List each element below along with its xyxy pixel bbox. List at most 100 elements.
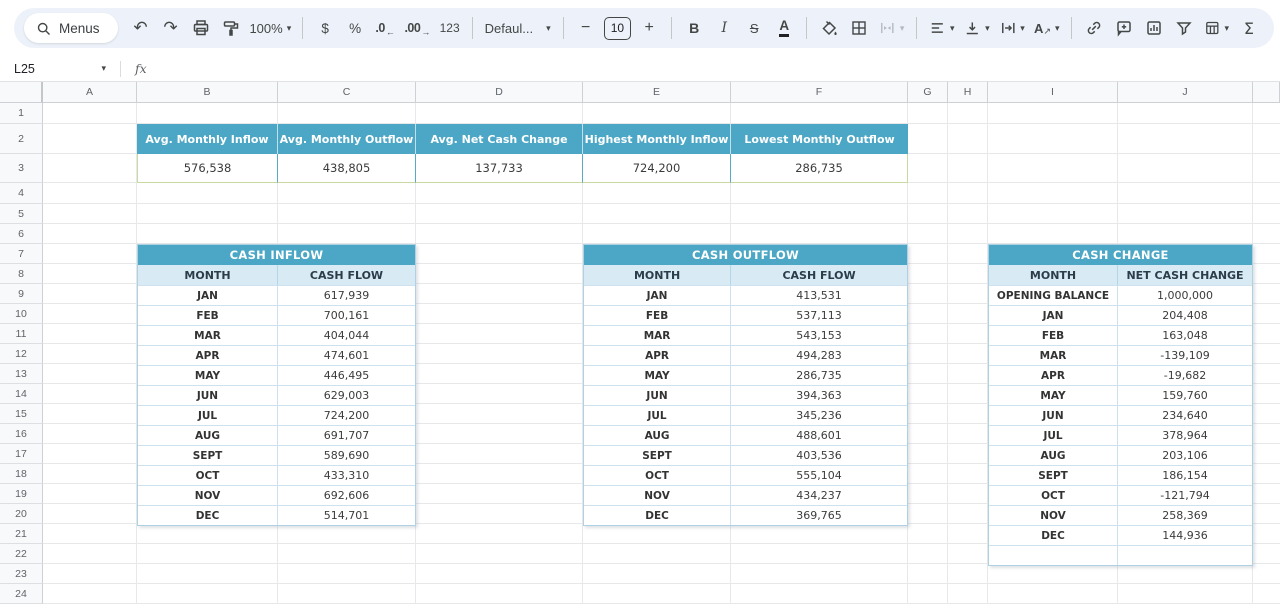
cell[interactable]: -139,109 [1118,345,1252,365]
text-rotation-button[interactable]: A↗ ▾ [1031,13,1063,43]
cell[interactable]: 629,003 [278,385,415,405]
column-header[interactable] [1253,82,1280,103]
insert-comment-button[interactable] [1110,13,1138,43]
cell[interactable]: 403,536 [731,445,907,465]
cash-table-header-cell[interactable]: CASH FLOW [278,265,415,285]
cell[interactable]: 589,690 [278,445,415,465]
cell[interactable]: JUL [989,425,1118,445]
strikethrough-button[interactable]: S [740,13,768,43]
row-header[interactable]: 16 [0,424,43,444]
row-header[interactable]: 2 [0,124,43,154]
row-header[interactable]: 15 [0,404,43,424]
summary-value-cell[interactable]: 724,200 [583,154,731,183]
cell[interactable]: 446,495 [278,365,415,385]
column-header[interactable]: I [988,82,1118,103]
font-family-select[interactable]: Defaul... ▾ [481,13,555,43]
print-button[interactable] [187,13,215,43]
cell[interactable]: 234,640 [1118,405,1252,425]
cell[interactable]: OCT [989,485,1118,505]
cell[interactable]: 203,106 [1118,445,1252,465]
cell[interactable]: FEB [584,305,731,325]
cell[interactable]: APR [584,345,731,365]
column-header[interactable]: H [948,82,988,103]
cell-name-box[interactable]: L25 ▾ [0,62,116,76]
summary-value-cell[interactable]: 438,805 [278,154,416,183]
cell[interactable]: 434,237 [731,485,907,505]
row-header[interactable]: 21 [0,524,43,544]
number-format-button[interactable]: 123 [436,13,464,43]
undo-button[interactable]: ↶ [127,13,155,43]
cash-table-header-cell[interactable]: MONTH [584,265,731,285]
row-header[interactable]: 11 [0,324,43,344]
cell[interactable]: 204,408 [1118,305,1252,325]
column-header[interactable]: F [731,82,908,103]
cell[interactable]: SEPT [584,445,731,465]
cell[interactable]: 1,000,000 [1118,285,1252,305]
cell[interactable]: JUL [138,405,278,425]
select-all-corner[interactable] [0,82,43,103]
cell[interactable]: 258,369 [1118,505,1252,525]
menus-search[interactable]: Menus [24,13,118,43]
cell[interactable]: -121,794 [1118,485,1252,505]
fill-color-button[interactable] [815,13,843,43]
vertical-align-button[interactable]: ▾ [960,13,993,43]
cell[interactable]: MAY [989,385,1118,405]
cell[interactable]: OCT [584,465,731,485]
row-header[interactable]: 8 [0,264,43,284]
cash-table-header-cell[interactable]: NET CASH CHANGE [1118,265,1252,285]
row-header[interactable]: 5 [0,204,43,224]
cell[interactable]: DEC [138,505,278,525]
italic-button[interactable]: I [710,13,738,43]
cell[interactable]: OCT [138,465,278,485]
cell[interactable]: 617,939 [278,285,415,305]
cash-table-header-cell[interactable]: CASH FLOW [731,265,907,285]
paint-format-button[interactable] [217,13,245,43]
cell[interactable]: AUG [584,425,731,445]
cell[interactable] [1118,545,1252,565]
font-size-input[interactable]: 10 [604,17,632,40]
formula-input[interactable] [147,56,1280,81]
cell[interactable]: FEB [989,325,1118,345]
summary-header-cell[interactable]: Avg. Monthly Outflow [278,124,416,154]
summary-value-cell[interactable]: 286,735 [731,154,908,183]
cell[interactable]: APR [138,345,278,365]
cell[interactable] [989,545,1118,565]
cell[interactable]: JUN [989,405,1118,425]
decrease-decimal-button[interactable]: .0← [371,13,399,43]
cell[interactable]: NOV [584,485,731,505]
column-header[interactable]: D [416,82,583,103]
cell[interactable]: SEPT [138,445,278,465]
cell[interactable]: MAR [989,345,1118,365]
row-header[interactable]: 22 [0,544,43,564]
cell[interactable]: JUL [584,405,731,425]
cell[interactable]: FEB [138,305,278,325]
cell[interactable]: OPENING BALANCE [989,285,1118,305]
column-header[interactable]: E [583,82,731,103]
percent-format-button[interactable]: % [341,13,369,43]
cell[interactable]: 514,701 [278,505,415,525]
create-filter-button[interactable] [1170,13,1198,43]
decrease-font-size-button[interactable]: − [572,13,600,43]
cell[interactable]: 433,310 [278,465,415,485]
cell[interactable]: 543,153 [731,325,907,345]
merge-cells-button[interactable]: ▾ [875,13,908,43]
functions-button[interactable]: Σ [1235,13,1263,43]
summary-value-cell[interactable]: 137,733 [416,154,583,183]
row-header[interactable]: 4 [0,183,43,204]
row-header[interactable]: 10 [0,304,43,324]
cash-table-header-cell[interactable]: MONTH [989,265,1118,285]
row-header[interactable]: 14 [0,384,43,404]
cell[interactable]: MAR [584,325,731,345]
row-header[interactable]: 18 [0,464,43,484]
column-header[interactable]: C [278,82,416,103]
cell[interactable]: DEC [584,505,731,525]
bold-button[interactable]: B [680,13,708,43]
summary-header-cell[interactable]: Lowest Monthly Outflow [731,124,908,154]
cell[interactable]: 404,044 [278,325,415,345]
row-header[interactable]: 19 [0,484,43,504]
increase-decimal-button[interactable]: .00→ [401,13,434,43]
cell[interactable]: 724,200 [278,405,415,425]
column-header[interactable]: A [43,82,137,103]
cell[interactable]: 537,113 [731,305,907,325]
redo-button[interactable]: ↷ [157,13,185,43]
